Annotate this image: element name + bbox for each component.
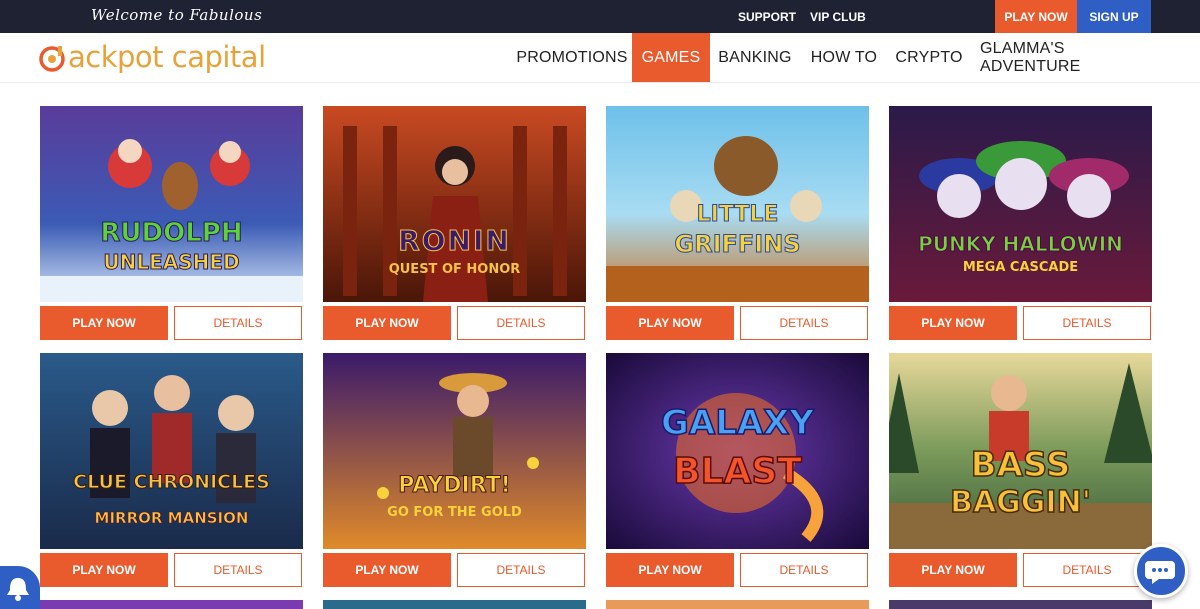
game-title-line1: LITTLE [696,202,779,228]
game-title-line2: GO FOR THE GOLD [387,505,522,520]
game-tile-clue-chronicles[interactable]: CLUE CHRONICLES MIRROR MANSION [40,353,303,549]
game-title-line1: RONIN [398,224,511,258]
details-button[interactable]: DETAILS [457,306,585,340]
details-button[interactable]: DETAILS [1023,553,1151,587]
game-title-line2: QUEST OF HONOR [388,262,521,277]
game-title-line1: PAYDIRT! [398,473,511,499]
main-header: ackpot capital PROMOTIONS GAMES BANKING … [0,33,1200,83]
details-button[interactable]: DETAILS [174,553,302,587]
bell-icon [7,578,29,601]
game-title-line1: RUDOLPH [100,218,243,249]
game-tile-little-griffins[interactable]: LITTLE GRIFFINS [606,106,869,302]
game-title-line2: BLAST [672,450,802,493]
live-chat-button[interactable] [1134,544,1188,598]
game-title-line1: PUNKY HALLOWIN [918,232,1124,257]
play-now-button[interactable]: PLAY NOW [40,553,168,587]
logo-j-icon [38,43,66,72]
details-button[interactable]: DETAILS [174,306,302,340]
game-tile-paydirt[interactable]: PAYDIRT! GO FOR THE GOLD [323,353,586,549]
play-now-button[interactable]: PLAY NOW [323,306,451,340]
details-button[interactable]: DETAILS [740,553,868,587]
top-play-now-button[interactable]: PLAY NOW [995,0,1077,33]
game-title-line2: GRIFFINS [674,230,801,259]
nav-crypto[interactable]: CRYPTO [895,33,962,82]
play-now-button[interactable]: PLAY NOW [889,306,1017,340]
nav-games[interactable]: GAMES [632,33,710,82]
notification-bell-button[interactable] [0,566,40,609]
logo-text: ackpot capital [68,40,266,74]
nav-glammas-adventure[interactable]: GLAMMA'S ADVENTURE [980,33,1142,82]
game-tile-partial[interactable] [40,600,303,609]
welcome-text: Welcome to Fabulous [91,6,263,24]
game-tile-ronin[interactable]: RONIN QUEST OF HONOR [323,106,586,302]
nav-promotions[interactable]: PROMOTIONS [516,33,627,82]
game-title-line2: BAGGIN' [949,484,1091,521]
play-now-button[interactable]: PLAY NOW [606,306,734,340]
game-tile-partial[interactable] [889,600,1152,609]
details-button[interactable]: DETAILS [1023,306,1151,340]
game-title-line1: CLUE CHRONICLES [73,471,271,494]
chat-icon [1145,561,1175,584]
game-tile-bass-baggin[interactable]: BASS BAGGIN' [889,353,1152,549]
top-bar: Welcome to Fabulous SUPPORT VIP CLUB PLA… [0,0,1200,33]
play-now-button[interactable]: PLAY NOW [40,306,168,340]
game-tile-partial[interactable] [323,600,586,609]
nav-how-to[interactable]: HOW TO [810,33,878,82]
vip-club-link[interactable]: VIP CLUB [810,10,866,24]
game-title-line2: UNLEASHED [103,250,240,275]
play-now-button[interactable]: PLAY NOW [889,553,1017,587]
nav-banking[interactable]: BANKING [718,33,792,82]
play-now-button[interactable]: PLAY NOW [323,553,451,587]
details-button[interactable]: DETAILS [740,306,868,340]
game-title-line1: BASS [970,444,1071,486]
details-button[interactable]: DETAILS [457,553,585,587]
game-title-line2: MIRROR MANSION [94,509,249,528]
game-title-line1: GALAXY [660,402,815,444]
game-tile-punky-hallowin[interactable]: PUNKY HALLOWIN MEGA CASCADE [889,106,1152,302]
game-tile-rudolph-unleashed[interactable]: RUDOLPH UNLEASHED [40,106,303,302]
game-tile-galaxy-blast[interactable]: GALAXY BLAST [606,353,869,549]
sign-up-button[interactable]: SIGN UP [1077,0,1151,33]
game-tile-partial[interactable] [606,600,869,609]
support-link[interactable]: SUPPORT [738,10,796,24]
site-logo[interactable]: ackpot capital [38,37,266,77]
game-title-line2: MEGA CASCADE [962,260,1079,275]
play-now-button[interactable]: PLAY NOW [606,553,734,587]
